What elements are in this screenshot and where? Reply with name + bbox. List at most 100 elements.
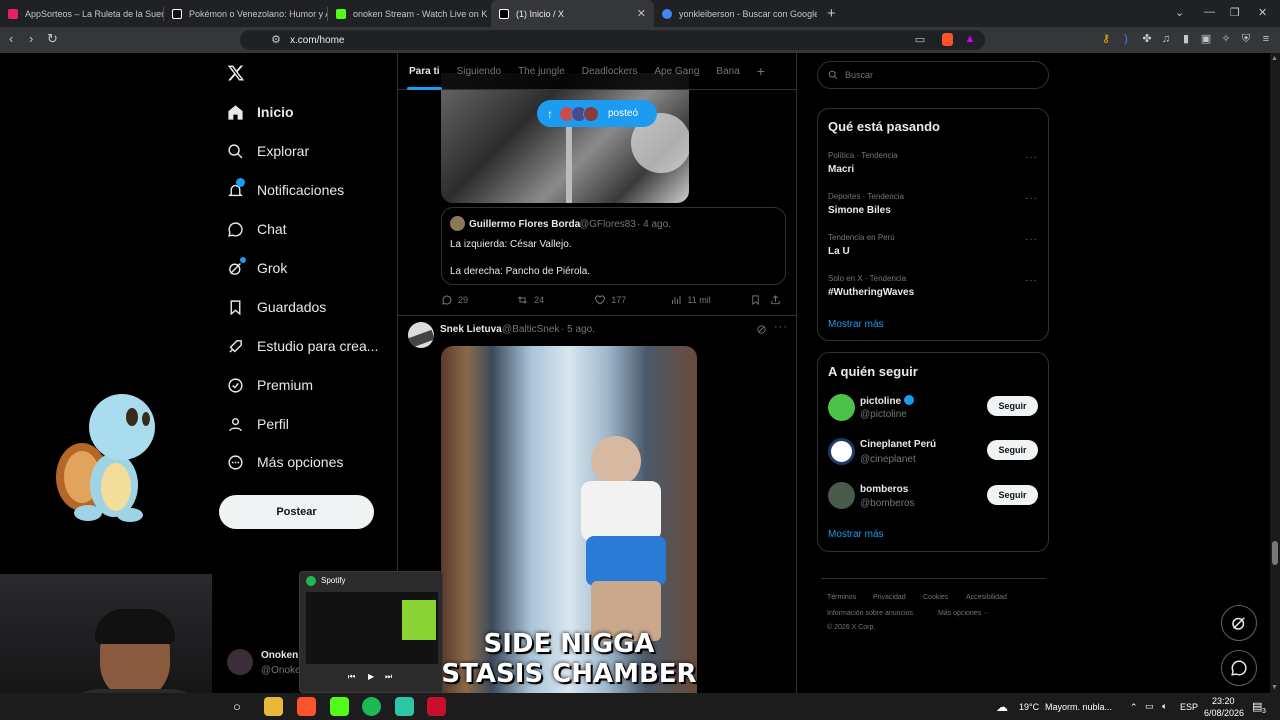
trend-name[interactable]: Simone Biles bbox=[828, 205, 891, 216]
scroll-down-icon[interactable]: ▼ bbox=[1271, 684, 1278, 691]
sidebar-item-estudio[interactable]: Estudio para crea... bbox=[226, 337, 378, 355]
tab-deadlockers[interactable]: Deadlockers bbox=[582, 53, 638, 90]
footer-accessibility-link[interactable]: Accesibilidad bbox=[966, 594, 1007, 601]
maximize-icon[interactable]: ❐ bbox=[1230, 6, 1240, 19]
reload-icon[interactable]: ↻ bbox=[47, 31, 58, 47]
tab-siguiendo[interactable]: Siguiendo bbox=[457, 53, 501, 90]
tab-the-jungle[interactable]: The jungle bbox=[518, 53, 565, 90]
search-input[interactable]: Buscar bbox=[817, 61, 1049, 89]
cineplanet-avatar[interactable] bbox=[828, 438, 855, 465]
share-button[interactable] bbox=[770, 294, 786, 306]
browser-tab-4-active[interactable]: (1) Inicio / X ✕ bbox=[491, 0, 654, 27]
repost-button[interactable]: 24 bbox=[516, 294, 594, 306]
footer-cookies-link[interactable]: Cookies bbox=[923, 594, 948, 601]
network-icon[interactable]: ▭ bbox=[1145, 701, 1154, 712]
vpn-icon[interactable]: ⛨ bbox=[1240, 33, 1252, 45]
show-more-follow-link[interactable]: Mostrar más bbox=[828, 529, 884, 540]
add-tab-icon[interactable]: + bbox=[757, 53, 765, 90]
follow-button[interactable]: Seguir bbox=[987, 485, 1038, 505]
brave-icon[interactable] bbox=[297, 697, 316, 716]
trend-more-icon[interactable]: ··· bbox=[1025, 152, 1038, 163]
sidebar-icon[interactable]: ▮ bbox=[1180, 33, 1192, 45]
post-author-handle[interactable]: @BalticSnek bbox=[502, 324, 559, 335]
page-scrollbar[interactable]: ▲ ▼ bbox=[1270, 53, 1280, 693]
puzzle-icon[interactable]: ✤ bbox=[1141, 33, 1153, 45]
trend-more-icon[interactable]: ··· bbox=[1025, 275, 1038, 286]
next-track-icon[interactable]: ⏭ bbox=[385, 672, 392, 682]
brave-shields-icon[interactable] bbox=[942, 33, 953, 46]
sidebar-item-inicio[interactable]: Inicio bbox=[226, 103, 294, 121]
search-circle-icon[interactable]: ○ bbox=[233, 699, 241, 714]
back-icon[interactable]: ‹ bbox=[9, 31, 13, 46]
reply-button[interactable]: 29 bbox=[441, 294, 516, 306]
wallet-icon[interactable]: ▣ bbox=[1200, 33, 1212, 45]
grok-fab[interactable] bbox=[1221, 605, 1257, 641]
post-image[interactable] bbox=[441, 73, 689, 203]
tab-ape-gang[interactable]: Ape Gang bbox=[654, 53, 699, 90]
site-info-icon[interactable]: ⚙ bbox=[270, 34, 282, 46]
trend-more-icon[interactable]: ··· bbox=[1025, 234, 1038, 245]
tray-chevron-icon[interactable]: ⌃ bbox=[1130, 702, 1138, 713]
play-icon[interactable]: ▶ bbox=[368, 672, 374, 681]
sidebar-item-premium[interactable]: Premium bbox=[226, 376, 313, 394]
x-logo-icon[interactable] bbox=[227, 64, 245, 82]
post-button[interactable]: Postear bbox=[219, 495, 374, 529]
footer-privacy-link[interactable]: Privacidad bbox=[873, 594, 906, 601]
scrollbar-thumb[interactable] bbox=[1272, 541, 1278, 565]
close-tab-icon[interactable]: ✕ bbox=[637, 7, 646, 20]
tab-para-ti[interactable]: Para ti bbox=[407, 53, 442, 90]
clock-time[interactable]: 23:20 bbox=[1212, 696, 1235, 706]
footer-more-link[interactable]: Más opciones ··· bbox=[938, 610, 990, 617]
show-more-trends-link[interactable]: Mostrar más bbox=[828, 319, 884, 330]
follow-button[interactable]: Seguir bbox=[987, 396, 1038, 416]
browser-tab-2[interactable]: Pokémon o Venezolano: Humor y Ar bbox=[164, 0, 327, 27]
app-icon[interactable] bbox=[427, 697, 446, 716]
like-button[interactable]: 177 bbox=[594, 294, 670, 306]
sidebar-item-chat[interactable]: Chat bbox=[226, 220, 287, 238]
browser-tab-5[interactable]: yonkleiberson - Buscar con Google bbox=[654, 0, 817, 27]
account-avatar[interactable] bbox=[227, 649, 253, 675]
tab-bana[interactable]: Bana bbox=[716, 53, 739, 90]
tab-search-icon[interactable]: ⌄ bbox=[1175, 6, 1184, 19]
sidebar-item-grok[interactable]: Grok bbox=[226, 257, 287, 277]
bookmark-post-button[interactable] bbox=[750, 294, 770, 306]
sidebar-item-perfil[interactable]: Perfil bbox=[226, 415, 289, 433]
suggested-user-name[interactable]: pictoline bbox=[860, 395, 914, 407]
suggested-user-name[interactable]: bomberos bbox=[860, 484, 908, 495]
brave-rewards-icon[interactable]: ▲ bbox=[964, 33, 976, 45]
pictoline-avatar[interactable] bbox=[828, 394, 855, 421]
key-icon[interactable]: ⚷ bbox=[1100, 33, 1112, 45]
footer-ads-info-link[interactable]: Información sobre anuncios bbox=[827, 610, 913, 617]
quoted-post[interactable]: Guillermo Flores Borda @GFlores83 · 4 ag… bbox=[441, 207, 786, 285]
weather-desc[interactable]: Mayorm. nubla... bbox=[1045, 702, 1112, 712]
kick-app-icon[interactable] bbox=[330, 697, 349, 716]
weather-icon[interactable]: ☁ bbox=[996, 700, 1008, 714]
grok-explain-icon[interactable] bbox=[756, 324, 767, 335]
leo-icon[interactable]: ✧ bbox=[1220, 33, 1232, 45]
trend-name[interactable]: Macri bbox=[828, 164, 854, 175]
sidebar-item-notificaciones[interactable]: Notificaciones bbox=[226, 178, 344, 199]
new-tab-icon[interactable]: + bbox=[827, 5, 836, 22]
music-icon[interactable]: ♫ bbox=[1160, 33, 1172, 45]
post-video[interactable]: SIDE NIGGA STASIS CHAMBER bbox=[441, 346, 697, 693]
spotify-taskbar-preview[interactable]: Spotify ⏮ ▶ ⏭ bbox=[299, 571, 443, 693]
language-indicator[interactable]: ESP bbox=[1180, 702, 1198, 712]
post-date[interactable]: · 5 ago. bbox=[561, 324, 595, 335]
bomberos-avatar[interactable] bbox=[828, 482, 855, 509]
extension-icon[interactable]: ) bbox=[1120, 33, 1132, 45]
address-bar[interactable]: ⚙ x.com/home ▭ ▲ bbox=[240, 30, 985, 50]
browser-tab-3[interactable]: onoken Stream - Watch Live on K bbox=[328, 0, 491, 27]
views-button[interactable]: 11 mil bbox=[670, 294, 750, 306]
notifications-icon[interactable]: ▤ bbox=[1252, 700, 1262, 713]
spotify-app-icon[interactable] bbox=[362, 697, 381, 716]
messages-fab[interactable] bbox=[1221, 650, 1257, 686]
scroll-up-icon[interactable]: ▲ bbox=[1271, 55, 1278, 62]
sidebar-item-guardados[interactable]: Guardados bbox=[226, 298, 326, 316]
sidebar-item-explorar[interactable]: Explorar bbox=[226, 142, 309, 160]
author-avatar[interactable] bbox=[408, 322, 434, 348]
trend-name[interactable]: La U bbox=[828, 246, 850, 257]
trend-name[interactable]: #WutheringWaves bbox=[828, 287, 914, 298]
post-author-name[interactable]: Snek Lietuva bbox=[440, 324, 502, 335]
file-explorer-icon[interactable] bbox=[264, 697, 283, 716]
suggested-user-name[interactable]: Cineplanet Perú bbox=[860, 439, 936, 450]
